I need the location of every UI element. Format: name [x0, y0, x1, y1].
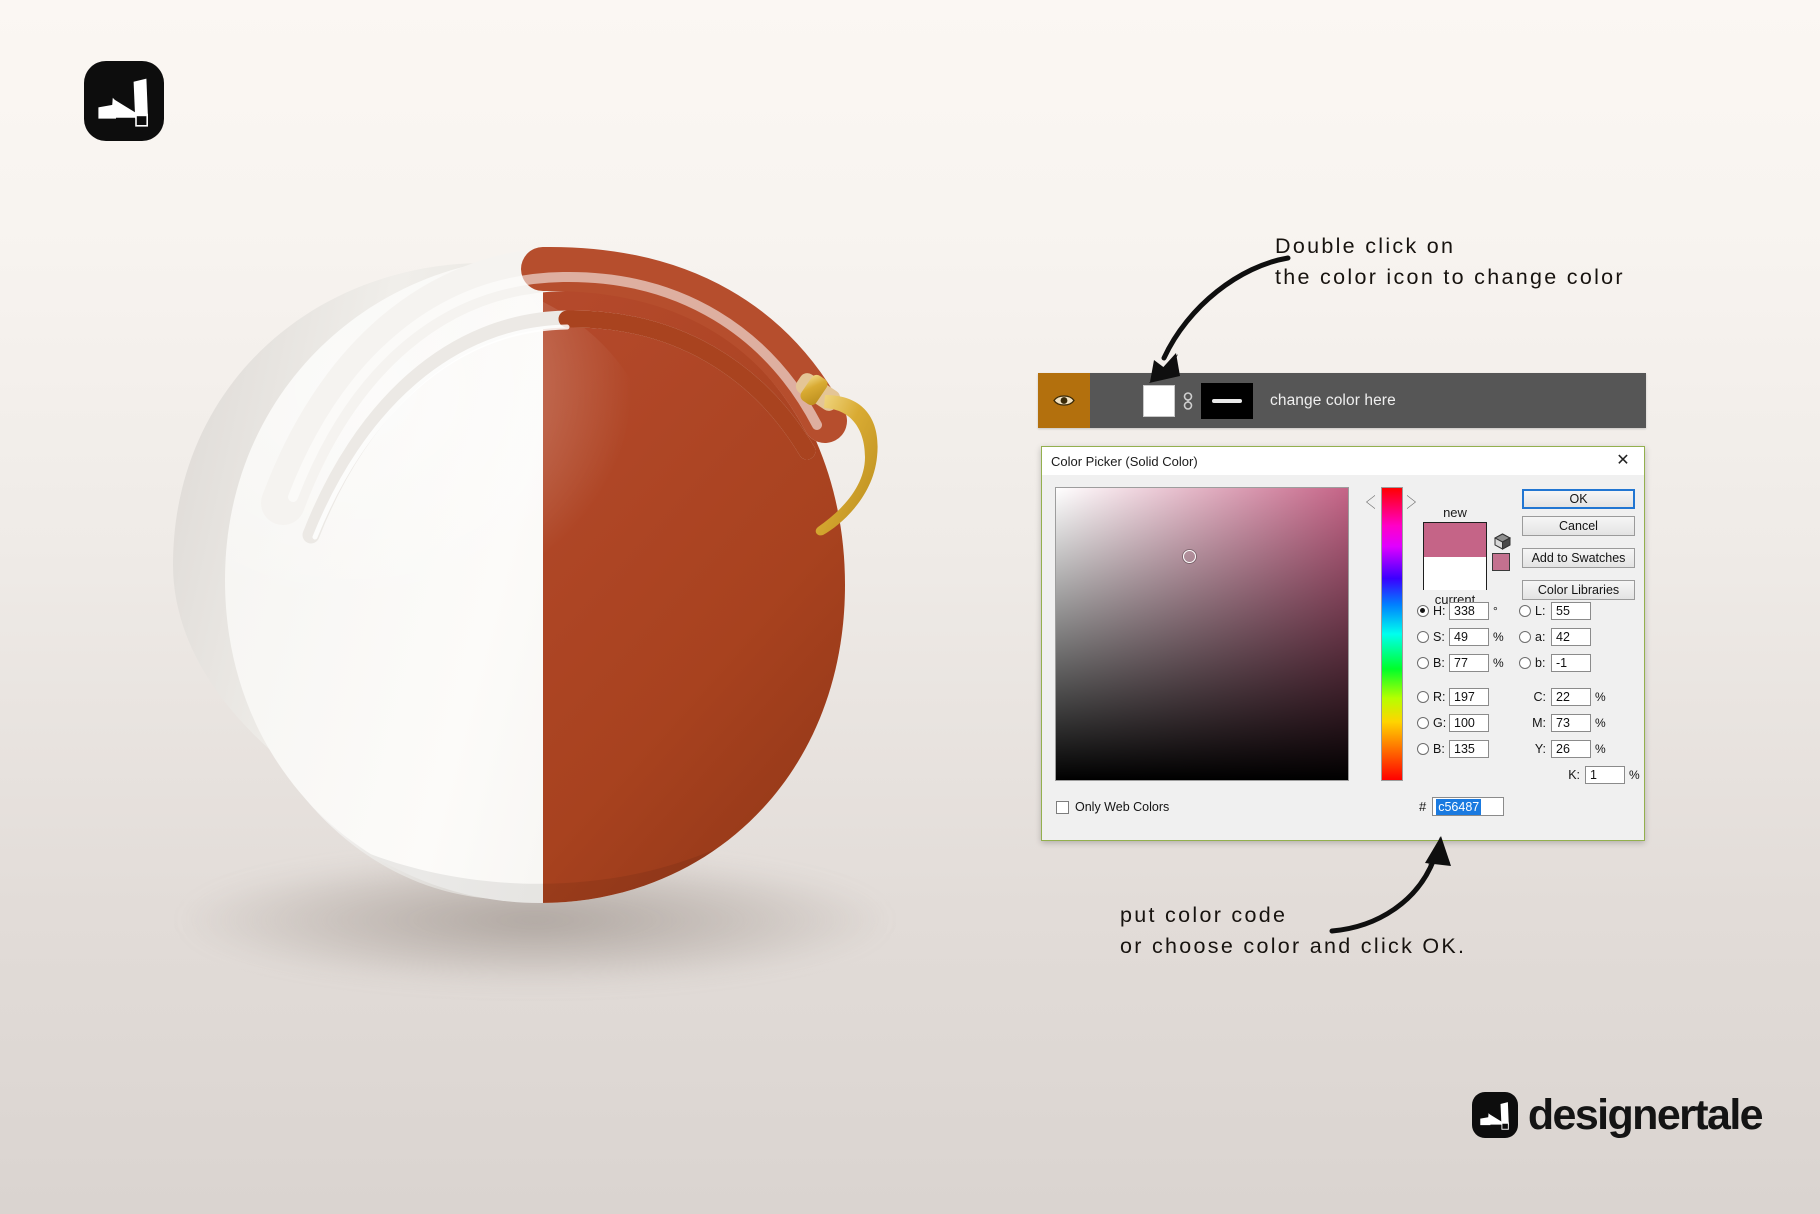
curved-arrow-up-icon	[1329, 836, 1451, 934]
label-y: Y:	[1534, 741, 1546, 756]
mockup-canvas: change color here Color Picker (Solid Co…	[0, 0, 1820, 1214]
hex-value: c56487	[1436, 798, 1482, 815]
saturation-brightness-field[interactable]	[1055, 487, 1349, 781]
add-to-swatches-button[interactable]: Add to Swatches	[1522, 548, 1635, 568]
unit-y: %	[1595, 741, 1606, 756]
unit-m: %	[1595, 715, 1606, 730]
annotation-top-line2: the color icon to change color	[1275, 265, 1625, 290]
input-m[interactable]: 73	[1551, 713, 1591, 732]
color-preview-block: new current	[1423, 505, 1487, 607]
current-color-swatch[interactable]	[1424, 557, 1486, 590]
input-r[interactable]: 197	[1449, 687, 1489, 706]
input-l[interactable]: 55	[1551, 601, 1591, 620]
only-web-colors-checkbox[interactable]: Only Web Colors	[1056, 800, 1169, 814]
eye-visibility-icon	[1053, 395, 1075, 406]
dialog-titlebar: Color Picker (Solid Color) ✕	[1042, 447, 1644, 475]
input-g[interactable]: 100	[1449, 713, 1489, 732]
color-picker-dialog[interactable]: Color Picker (Solid Color) ✕ new current…	[1041, 446, 1645, 841]
curved-arrow-down-icon	[1149, 255, 1291, 383]
label-a: a:	[1535, 629, 1546, 644]
radio-lab-b[interactable]	[1519, 656, 1531, 669]
designertale-mark-icon	[84, 61, 164, 141]
radio-blue[interactable]	[1417, 742, 1429, 755]
hue-slider[interactable]	[1381, 487, 1403, 781]
label-brightness: B:	[1433, 655, 1445, 670]
unit-h: °	[1493, 603, 1498, 618]
hue-marker-left-icon[interactable]	[1367, 495, 1376, 509]
label-h: H:	[1433, 603, 1446, 618]
radio-a[interactable]	[1519, 630, 1531, 643]
hex-field-row[interactable]: # c56487	[1419, 797, 1505, 816]
radio-r[interactable]	[1417, 690, 1429, 703]
input-a[interactable]: 42	[1551, 627, 1591, 646]
only-web-colors-label: Only Web Colors	[1075, 800, 1170, 814]
new-color-swatch[interactable]	[1424, 523, 1486, 557]
designertale-brand-lockup: designertale	[1471, 1090, 1764, 1139]
unit-s: %	[1493, 629, 1504, 644]
cancel-button[interactable]: Cancel	[1522, 516, 1635, 536]
label-m: M:	[1532, 715, 1546, 730]
unit-c: %	[1595, 689, 1606, 704]
input-y[interactable]: 26	[1551, 739, 1591, 758]
field-row-bl-y: B: 135 Y: 26 %	[1417, 737, 1642, 760]
unit-k: %	[1629, 767, 1640, 782]
field-row-b-b: B: 77 % b: -1	[1417, 651, 1642, 674]
sb-black-overlay	[1056, 488, 1348, 780]
annotation-top: Double click on the color icon to change…	[1275, 231, 1625, 293]
field-row-g-m: G: 100 M: 73 %	[1417, 711, 1642, 734]
input-s[interactable]: 49	[1449, 627, 1489, 646]
field-row-r-c: R: 197 C: 22 %	[1417, 685, 1642, 708]
out-of-gamut-swatch[interactable]	[1492, 553, 1510, 571]
label-l: L:	[1535, 603, 1546, 618]
unit-brightness: %	[1493, 655, 1504, 670]
label-r: R:	[1433, 689, 1446, 704]
label-lab-b: b:	[1535, 655, 1546, 670]
hex-input[interactable]: c56487	[1432, 797, 1505, 816]
label-s: S:	[1433, 629, 1445, 644]
close-icon[interactable]: ✕	[1610, 451, 1636, 471]
field-row-k: K: 1 %	[1417, 763, 1642, 786]
round-zipper-pouch	[173, 246, 878, 903]
label-g: G:	[1433, 715, 1447, 730]
label-blue: B:	[1433, 741, 1445, 756]
input-c[interactable]: 22	[1551, 687, 1591, 706]
radio-s[interactable]	[1417, 630, 1429, 643]
radio-g[interactable]	[1417, 716, 1429, 729]
designertale-mark-icon	[1471, 1092, 1518, 1138]
layer-visibility-toggle[interactable]	[1038, 373, 1090, 428]
label-c: C:	[1533, 689, 1547, 704]
input-k[interactable]: 1	[1585, 765, 1625, 784]
hue-marker-right-icon[interactable]	[1406, 495, 1415, 509]
radio-brightness[interactable]	[1417, 656, 1429, 669]
annotation-top-line1: Double click on	[1275, 234, 1456, 258]
checkbox-box[interactable]	[1056, 800, 1069, 814]
input-brightness[interactable]: 77	[1449, 653, 1489, 672]
input-blue[interactable]: 135	[1449, 739, 1489, 758]
hex-prefix-label: #	[1419, 799, 1427, 814]
radio-l[interactable]	[1519, 604, 1531, 617]
dialog-body: new current OK Cancel Add to Swatches Co…	[1042, 475, 1644, 841]
field-row-h-l: H: 338 ° L: 55	[1417, 599, 1642, 622]
cube-gamut-warning-icon[interactable]	[1494, 533, 1511, 550]
ok-button[interactable]: OK	[1522, 489, 1635, 509]
field-row-s-a: S: 49 % a: 42	[1417, 625, 1642, 648]
dialog-title: Color Picker (Solid Color)	[1051, 453, 1198, 469]
label-k: K:	[1568, 767, 1580, 782]
new-color-label: new	[1443, 505, 1467, 520]
layer-name-label: change color here	[1270, 391, 1396, 409]
color-libraries-button[interactable]: Color Libraries	[1522, 580, 1635, 600]
input-lab-b[interactable]: -1	[1551, 653, 1591, 672]
product-mockup-image	[90, 215, 990, 985]
brand-name: designertale	[1527, 1090, 1764, 1139]
new-current-swatch[interactable]	[1423, 522, 1487, 590]
sb-cursor-ring[interactable]	[1183, 550, 1196, 563]
color-value-fields: H: 338 ° L: 55 S: 49 % a: 42 B: 77 % b: …	[1417, 599, 1642, 789]
radio-h[interactable]	[1417, 604, 1429, 617]
input-h[interactable]: 338	[1449, 601, 1489, 620]
